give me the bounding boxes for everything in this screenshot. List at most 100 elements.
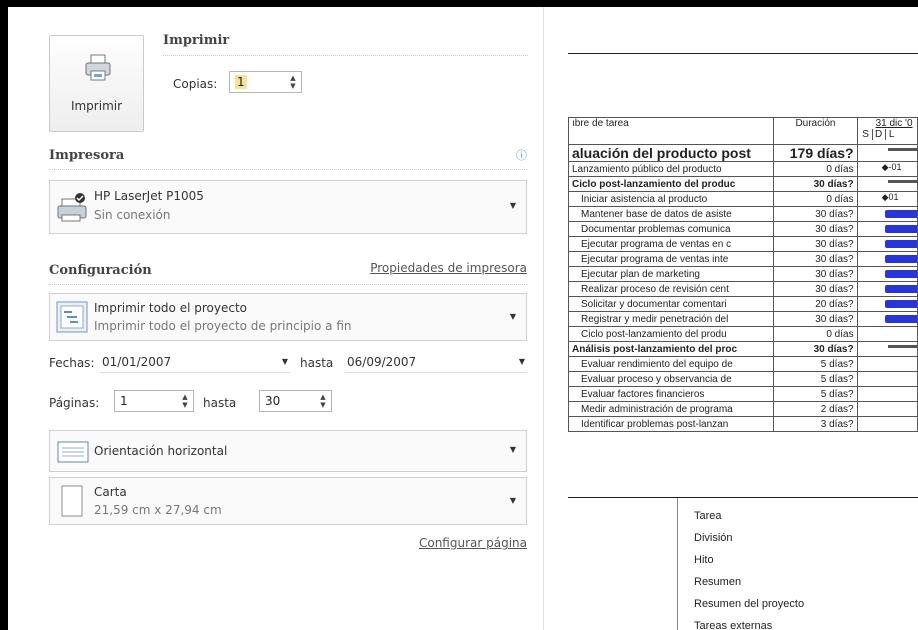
task-row: Documentar problemas comunica 30 días?	[567, 221, 918, 237]
task-duration: 5 días?	[773, 371, 858, 387]
printer-icon	[57, 193, 87, 222]
spinner-arrows-icon[interactable]: ▲ ▼	[288, 74, 298, 90]
task-duration: 5 días?	[773, 356, 858, 372]
task-row: Ciclo post-lanzamiento del produ 0 días	[567, 326, 918, 342]
date-from-field[interactable]: 01/01/2007 ▼	[100, 352, 290, 373]
timeline-date: 31 dic '0	[875, 118, 913, 130]
page-setup-link[interactable]: Configurar página	[419, 536, 527, 550]
legend-item: Tareas externas	[694, 620, 773, 630]
task-duration: 20 días?	[773, 296, 858, 312]
printer-status: Sin conexión	[94, 208, 171, 222]
task-duration: 30 días?	[773, 251, 858, 267]
whole-project-icon	[56, 301, 88, 333]
task-name: Medir administración de programa	[567, 401, 775, 417]
task-name: Ciclo post-lanzamiento del produc	[567, 176, 775, 192]
date-to-label: hasta	[300, 356, 334, 370]
task-duration: 0 días	[773, 161, 858, 177]
task-name: Identificar problemas post-lanzan	[567, 416, 775, 432]
task-row: Iniciar asistencia al producto 0 días ◆01	[567, 191, 918, 207]
gantt-bar	[884, 300, 917, 308]
divider	[163, 55, 528, 56]
legend-item: División	[694, 532, 733, 544]
task-name: Realizar proceso de revisión cent	[567, 281, 775, 297]
gantt-bar	[884, 210, 917, 218]
timeline-cell	[856, 206, 918, 222]
print-button[interactable]: Imprimir	[49, 35, 144, 132]
printer-properties-link[interactable]: Propiedades de impresora	[370, 261, 527, 275]
printer-heading: Impresora	[49, 148, 125, 163]
timeline-cell	[856, 386, 918, 402]
legend-divider	[677, 498, 678, 630]
dates-label: Fechas:	[49, 356, 95, 370]
page-from-value: 1	[120, 394, 128, 408]
task-name: Ejecutar programa de ventas inte	[567, 251, 775, 267]
timeline-cell: ◆01	[856, 191, 918, 207]
timeline-cell	[856, 251, 918, 267]
task-duration: 0 días	[773, 191, 858, 207]
gantt-table: ıbre de tarea Duración 31 dic '0 S D Laluació…	[567, 117, 918, 432]
orientation-dropdown[interactable]: Orientación horizontal ▼	[49, 430, 527, 472]
timeline-days: SDL	[858, 129, 916, 140]
gantt-bar	[884, 270, 917, 278]
legend-rule	[568, 497, 918, 498]
copies-stepper[interactable]: 1 ▲ ▼	[229, 71, 302, 93]
timeline-cell	[856, 356, 918, 372]
task-name: Solicitar y documentar comentari	[567, 296, 775, 312]
page-to-value: 30	[265, 394, 281, 408]
task-name: Lanzamiento público del producto	[567, 161, 775, 177]
timeline-day: S	[860, 129, 873, 140]
print-button-label: Imprimir	[70, 99, 123, 113]
task-row: Evaluar rendimiento del equipo de 5 días?	[567, 356, 918, 372]
task-duration: 30 días?	[773, 236, 858, 252]
timeline-cell	[856, 341, 918, 357]
paper-size-dropdown[interactable]: Carta 21,59 cm x 27,94 cm ▼	[49, 477, 527, 525]
task-row: Análisis post-lanzamiento del proc 30 día…	[567, 341, 918, 357]
task-name: Ejecutar plan de marketing	[567, 266, 775, 282]
task-duration: 30 días?	[773, 341, 858, 357]
printer-dropdown[interactable]: HP LaserJet P1005 Sin conexión ▼	[49, 180, 527, 234]
gantt-bar	[884, 315, 917, 323]
task-row: Ejecutar programa de ventas en c 30 días?	[567, 236, 918, 252]
info-icon[interactable]: ⓘ	[516, 147, 527, 163]
print-preview: ıbre de tarea Duración 31 dic '0 S D Laluació…	[544, 7, 918, 630]
page-to-stepper[interactable]: 30 ▲ ▼	[259, 390, 332, 412]
gantt-bar	[884, 240, 917, 248]
task-row: Evaluar proceso y observancia de 5 días?	[567, 371, 918, 387]
print-settings-panel: Imprimir Imprimir Copias: 1 ▲ ▼ Impresora…	[8, 7, 543, 630]
page-from-stepper[interactable]: 1 ▲ ▼	[114, 390, 194, 412]
timeline-day: L	[888, 129, 895, 140]
task-duration: 3 días?	[773, 416, 858, 432]
timeline-cell	[856, 326, 918, 342]
page-header-rule	[568, 53, 918, 54]
column-header-name: ıbre de tarea	[567, 117, 775, 145]
pages-label: Páginas:	[49, 396, 100, 410]
print-backstage: Imprimir Imprimir Copias: 1 ▲ ▼ Impresora…	[8, 7, 918, 630]
timeline-cell	[856, 371, 918, 387]
task-row: Identificar problemas post-lanzan 3 días?	[567, 416, 918, 432]
date-to-value: 06/09/2007	[347, 355, 417, 369]
task-duration: 2 días?	[773, 401, 858, 417]
page-to-label: hasta	[203, 396, 237, 410]
divider	[49, 169, 527, 170]
task-name: Evaluar factores financieros	[567, 386, 775, 402]
printer-name: HP LaserJet P1005	[94, 189, 204, 203]
print-scope-dropdown[interactable]: Imprimir todo el proyecto Imprimir todo …	[49, 293, 527, 341]
gantt-bar	[884, 285, 917, 293]
task-duration: 30 días?	[773, 176, 858, 192]
task-row: Medir administración de programa 2 días?	[567, 401, 918, 417]
gantt-header-row: ıbre de tarea Duración 31 dic '0 S D L	[567, 117, 918, 145]
task-name: Ciclo post-lanzamiento del produ	[567, 326, 775, 342]
milestone-marker: ◆-01	[881, 162, 902, 173]
print-title: Imprimir	[163, 33, 230, 48]
task-name: Mantener base de datos de asiste	[567, 206, 775, 222]
spinner-arrows-icon[interactable]: ▲ ▼	[318, 393, 328, 409]
date-to-field[interactable]: 06/09/2007 ▼	[345, 352, 527, 373]
task-row: Evaluar factores financieros 5 días?	[567, 386, 918, 402]
chevron-down-icon: ▼	[518, 357, 525, 366]
task-duration: 30 días?	[773, 311, 858, 327]
landscape-page-icon	[57, 441, 89, 463]
orientation-value: Orientación horizontal	[94, 444, 228, 458]
legend-item: Resumen del proyecto	[694, 598, 805, 610]
chevron-down-icon: ▼	[509, 312, 516, 321]
spinner-arrows-icon[interactable]: ▲ ▼	[180, 393, 190, 409]
